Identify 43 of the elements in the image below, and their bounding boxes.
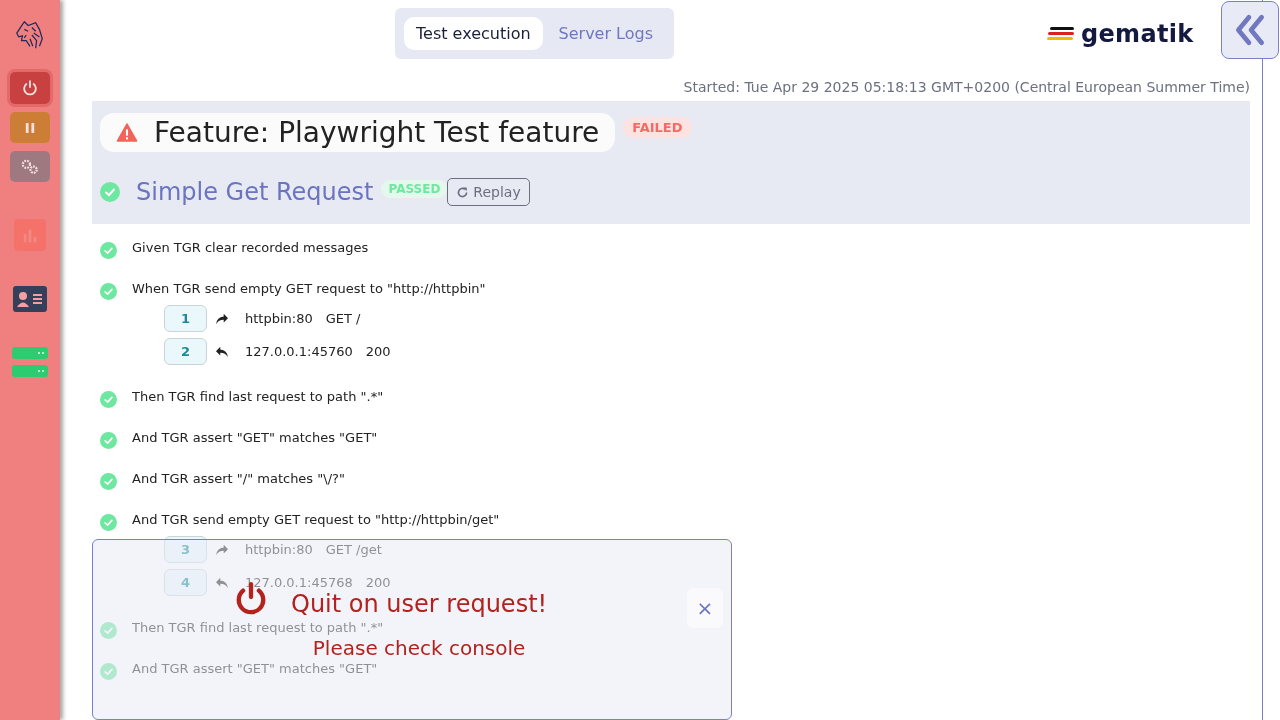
step-text: When TGR send empty GET request to "http://httpbin" <box>132 281 486 297</box>
tab[interactable]: Server Logs <box>546 17 666 50</box>
close-button[interactable]: × <box>687 588 723 628</box>
flag-stripes-icon <box>1047 26 1076 42</box>
scenario-title[interactable]: Simple Get Request <box>136 178 374 206</box>
contact-card-icon[interactable] <box>13 286 47 312</box>
step-text: And TGR assert "/" matches "\/?" <box>132 471 345 487</box>
share-arrow-icon <box>215 312 229 325</box>
step-text: And TGR assert "GET" matches "GET" <box>132 430 378 446</box>
message-number-button[interactable]: 2 <box>164 338 207 365</box>
message-host: httpbin:80 <box>245 542 313 557</box>
refresh-icon <box>456 185 470 199</box>
start-time-text: Started: Tue Apr 29 2025 05:18:13 GMT+0200 (Central European Summer Time) <box>682 79 1250 95</box>
quit-button[interactable] <box>10 72 50 104</box>
status-badge: PASSED <box>381 180 448 198</box>
collapse-button[interactable] <box>1221 1 1279 59</box>
power-icon <box>21 79 39 97</box>
step-text: And TGR assert "GET" matches "GET" <box>132 661 378 677</box>
replay-button[interactable]: Replay <box>447 178 530 206</box>
tab[interactable]: Test execution <box>404 17 543 50</box>
message-info: 200 <box>365 575 391 590</box>
step-text: Then TGR find last request to path ".*" <box>132 620 384 636</box>
message-info: 200 <box>365 344 391 359</box>
reply-arrow-icon <box>215 576 229 589</box>
toast-title: Quit on user request! <box>291 590 548 618</box>
message-info: GET / <box>325 311 361 326</box>
settings-button[interactable] <box>10 151 50 182</box>
message-host: 127.0.0.1:45768 <box>245 575 353 590</box>
step-text: Then TGR find last request to path ".*" <box>132 389 384 405</box>
step-text: Given TGR clear recorded messages <box>132 240 369 256</box>
message-info: GET /get <box>325 542 382 557</box>
toast-message: Please check console <box>312 637 526 659</box>
feature-title: Feature: Playwright Test feature <box>100 113 616 152</box>
pause-button[interactable] <box>10 112 50 143</box>
gears-icon <box>19 157 41 176</box>
share-arrow-icon <box>215 543 229 556</box>
message-host: httpbin:80 <box>245 311 313 326</box>
status-badge: FAILED <box>623 117 692 138</box>
step-text: And TGR send empty GET request to "http://httpbin/get" <box>132 512 500 528</box>
reply-arrow-icon <box>215 345 229 358</box>
message-number-button[interactable]: 1 <box>164 305 207 332</box>
gematik-logo: gematik <box>1081 22 1194 46</box>
message-host: 127.0.0.1:45760 <box>245 344 353 359</box>
